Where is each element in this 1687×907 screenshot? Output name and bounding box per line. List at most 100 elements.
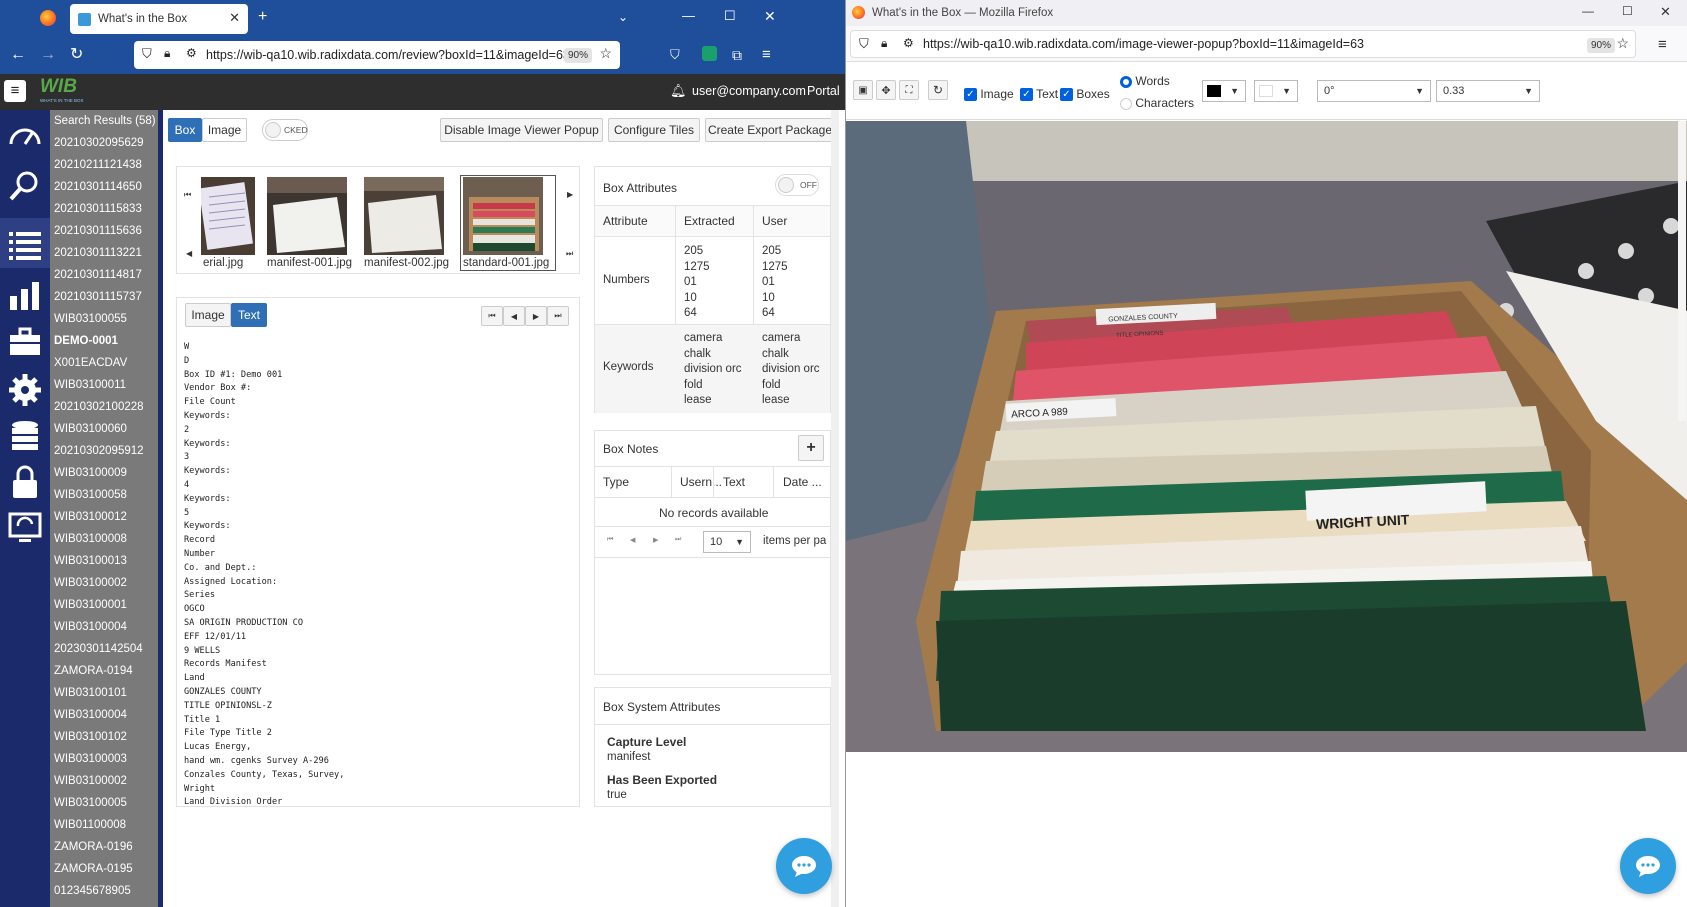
browser-tab[interactable]: What's in the Box ✕	[70, 4, 248, 34]
analytics-chart-icon[interactable]	[7, 276, 43, 312]
notes-last-icon[interactable]: ⏭	[675, 536, 681, 544]
notes-col-type[interactable]: Type	[603, 475, 629, 489]
window-close-icon[interactable]: ✕	[1660, 4, 1671, 20]
maximize-icon[interactable]: ☐	[724, 8, 736, 24]
right-url-bar[interactable]: ⛉ 🔒︎ ⚙ https://wib-qa10.wib.radixdata.co…	[850, 30, 1636, 58]
extension-icon[interactable]	[702, 46, 717, 61]
right-viewport-scrollbar[interactable]	[1678, 121, 1686, 421]
search-result-item[interactable]: ZAMORA-0194	[50, 660, 158, 682]
chat-button[interactable]	[1620, 838, 1676, 894]
search-result-item[interactable]: WIB03100003	[50, 748, 158, 770]
search-result-item[interactable]: WIB01100008	[50, 814, 158, 836]
left-url-bar[interactable]: ⛉ 🔒︎ ⚙ https://wib-qa10.wib.radixdata.co…	[134, 41, 620, 69]
thumb-last-icon[interactable]: ⏭	[566, 249, 573, 259]
back-icon[interactable]: ←	[10, 47, 26, 63]
search-result-item[interactable]: 012345678905	[50, 880, 158, 902]
settings-gear-icon[interactable]	[7, 372, 43, 408]
text-checkbox[interactable]: ✓ Text	[1020, 87, 1058, 102]
reload-icon[interactable]: ↻	[70, 47, 83, 63]
box-color-picker[interactable]: ▼	[1202, 80, 1246, 102]
notes-col-date[interactable]: Date ...	[783, 475, 822, 489]
page-last-icon[interactable]: ⏭	[547, 306, 569, 326]
search-result-item[interactable]: WIB03100004	[50, 704, 158, 726]
create-export-button[interactable]: Create Export Package	[705, 118, 835, 142]
image-checkbox[interactable]: ✓ Image	[964, 87, 1014, 102]
search-result-item[interactable]: 20210302095912	[50, 440, 158, 462]
box-photo[interactable]: GONZALES COUNTY TITLE OPINIONS ARCO A 98…	[846, 121, 1687, 752]
thumbnail-manifest-001[interactable]	[267, 177, 347, 255]
notes-col-user[interactable]: Usern...	[680, 475, 722, 489]
search-result-item[interactable]: 20210301113221	[50, 242, 158, 264]
image-tab[interactable]: Image	[202, 118, 247, 142]
search-result-item[interactable]: WIB03100060	[50, 418, 158, 440]
characters-radio[interactable]: Characters	[1120, 96, 1194, 110]
notes-prev-icon[interactable]: ◀	[630, 536, 635, 544]
forward-icon[interactable]: →	[40, 47, 56, 63]
close-tab-icon[interactable]: ✕	[229, 10, 240, 26]
pan-move-icon[interactable]: ✥	[876, 80, 896, 100]
thumbnail-manifest-002[interactable]	[364, 177, 444, 255]
disable-popup-button[interactable]: Disable Image Viewer Popup	[440, 118, 603, 142]
left-content-scrollbar[interactable]	[831, 110, 839, 907]
search-result-item[interactable]: WIB03100005	[50, 792, 158, 814]
text-color-picker[interactable]: ▼	[1254, 80, 1298, 102]
dashboard-gauge-icon[interactable]	[7, 118, 43, 154]
sidebar-toggle-button[interactable]: ≡	[4, 80, 26, 102]
briefcase-icon[interactable]	[7, 324, 43, 360]
box-tab[interactable]: Box	[168, 118, 202, 142]
search-result-item[interactable]: WIB03100008	[50, 528, 158, 550]
bookmark-star-icon[interactable]: ☆	[1616, 35, 1629, 52]
search-result-item[interactable]: 20210302095629	[50, 132, 158, 154]
search-result-item[interactable]: WIB03100012	[50, 506, 158, 528]
search-result-item[interactable]: ZAMORA-0195	[50, 858, 158, 880]
words-radio[interactable]: Words	[1120, 74, 1170, 88]
rotate-icon[interactable]: ↻	[928, 80, 948, 100]
search-result-item[interactable]: 20210301114817	[50, 264, 158, 286]
extensions-puzzle-icon[interactable]: ⧉	[732, 47, 742, 63]
col-user[interactable]: User	[762, 214, 787, 228]
window-close-icon[interactable]: ✕	[764, 8, 776, 24]
search-icon[interactable]	[7, 168, 43, 204]
app-logo[interactable]: WIB WHAT'S IN THE BOX	[40, 76, 88, 106]
bookmark-star-icon[interactable]: ☆	[599, 45, 612, 62]
search-result-item[interactable]: DEMO-0001	[50, 330, 158, 352]
zoom-indicator[interactable]: 90%	[564, 48, 593, 63]
search-result-item[interactable]: WIB03100102	[50, 726, 158, 748]
search-result-item[interactable]: 20210301115636	[50, 220, 158, 242]
search-result-item[interactable]: WIB03100055	[50, 308, 158, 330]
search-result-item[interactable]: 20210211121438	[50, 154, 158, 176]
page-prev-icon[interactable]: ◀	[503, 306, 525, 326]
col-extracted[interactable]: Extracted	[684, 214, 735, 228]
notes-next-icon[interactable]: ▶	[653, 536, 658, 544]
new-tab-icon[interactable]: +	[258, 9, 267, 25]
minimize-icon[interactable]: —	[1582, 4, 1594, 18]
page-first-icon[interactable]: ⏮	[481, 306, 503, 326]
fit-screen-icon[interactable]: ⛶	[899, 80, 919, 100]
chat-button[interactable]	[776, 838, 832, 894]
search-result-item[interactable]: ZAMORA-0196	[50, 836, 158, 858]
checked-toggle[interactable]: CKED	[262, 119, 308, 141]
lock-icon[interactable]	[7, 464, 43, 500]
add-note-button[interactable]: +	[798, 435, 824, 461]
viewer-image-tab[interactable]: Image	[185, 303, 231, 327]
notes-page-size-select[interactable]: 10 ▼	[703, 531, 751, 553]
search-result-item[interactable]: WIB03100004	[50, 616, 158, 638]
notes-col-text[interactable]: Text	[723, 475, 745, 489]
minimize-icon[interactable]: —	[682, 8, 695, 24]
search-result-item[interactable]: WIB03100101	[50, 682, 158, 704]
thumb-first-icon[interactable]: ⏮	[184, 190, 191, 200]
bell-icon[interactable]: 🔔︎	[670, 83, 687, 99]
image-icon[interactable]: ▣	[853, 80, 873, 100]
search-result-item[interactable]: 20210302100228	[50, 396, 158, 418]
thumbnail-standard-001[interactable]	[463, 177, 543, 255]
menu-hamburger-icon[interactable]: ≡	[762, 47, 771, 63]
monitor-sync-icon[interactable]	[7, 510, 43, 546]
maximize-icon[interactable]: ☐	[1622, 4, 1633, 18]
search-result-item[interactable]: 20210301115833	[50, 198, 158, 220]
search-result-item[interactable]: 20210301114650	[50, 176, 158, 198]
search-result-item[interactable]: 20230301142504	[50, 638, 158, 660]
configure-tiles-button[interactable]: Configure Tiles	[608, 118, 700, 142]
rotation-select[interactable]: 0° ▼	[1317, 80, 1431, 102]
viewer-text-tab[interactable]: Text	[231, 303, 267, 327]
panel-splitter[interactable]	[158, 110, 163, 907]
